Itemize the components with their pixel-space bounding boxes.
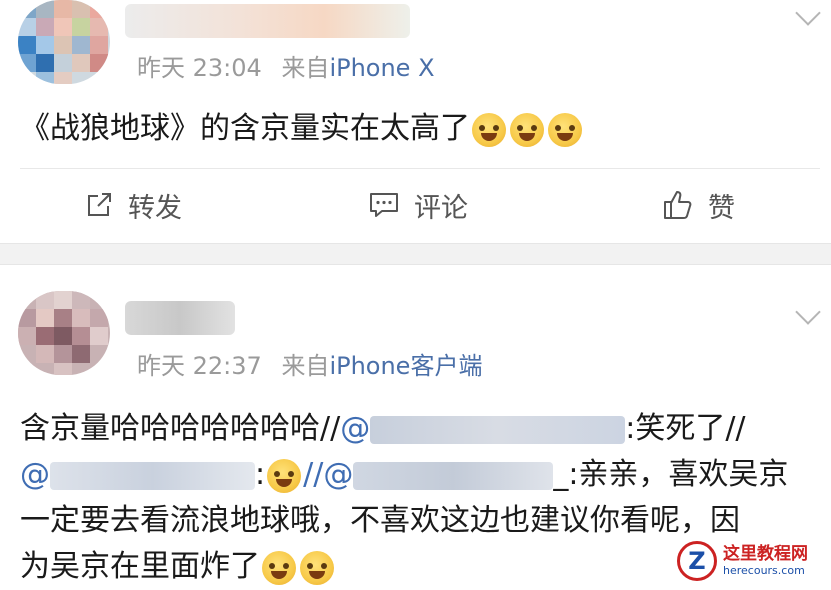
like-label: 赞 (708, 192, 735, 224)
post-text-line-3: 一定要去看流浪地球哦，不喜欢这边也建议你看呢，因 (20, 503, 740, 538)
username-blurred[interactable] (125, 4, 410, 38)
laugh-cry-icon (510, 112, 544, 147)
comment-label: 评论 (414, 192, 468, 224)
username-blurred[interactable] (125, 301, 235, 335)
mention-link[interactable]: @ (340, 411, 626, 446)
repost-label: 转发 (128, 192, 182, 224)
comment-icon (370, 193, 398, 217)
like-button[interactable]: 赞 (662, 185, 735, 225)
source-prefix: 来自 (281, 54, 330, 82)
mention-link[interactable]: //@ (303, 457, 554, 492)
thumbs-up-icon (664, 191, 692, 219)
post-time: 昨天 22:37 (137, 352, 262, 380)
chevron-down-icon[interactable] (795, 0, 821, 26)
avatar[interactable] (18, 0, 110, 84)
weibo-post-1: 昨天 23:04 来自iPhone X 《战狼地球》的含京量实在太高了 转发 评… (0, 0, 831, 243)
feed-separator (0, 243, 831, 265)
post-meta: 昨天 22:37 来自iPhone客户端 (137, 346, 482, 381)
post-source[interactable]: iPhone X (329, 54, 434, 82)
emoji-icon (267, 458, 302, 493)
repost-button[interactable]: 转发 (84, 185, 182, 225)
post-time: 昨天 23:04 (137, 54, 262, 82)
pleading-face-icon (262, 550, 296, 585)
source-prefix: 来自 (281, 352, 330, 380)
avatar[interactable] (18, 291, 110, 375)
comment-button[interactable]: 评论 (368, 185, 468, 225)
share-icon (88, 193, 111, 216)
divider (20, 168, 820, 169)
laugh-cry-icon (472, 112, 506, 147)
post-source[interactable]: iPhone客户端 (329, 352, 482, 380)
post-text-line-2: @://@ _:亲亲，喜欢吴京 (20, 457, 789, 493)
laugh-cry-icon (548, 112, 582, 147)
watermark-url: herecours.com (723, 564, 805, 577)
post-text-line-1: 含京量哈哈哈哈哈哈哈//@:笑死了// (20, 411, 746, 446)
post-text-line-4: 为吴京在里面炸了 (20, 544, 336, 590)
mention-link[interactable]: @ (20, 457, 255, 492)
chevron-down-icon[interactable] (795, 299, 821, 325)
hugging-face-icon (300, 550, 334, 585)
post-text: 《战狼地球》的含京量实在太高了 (20, 106, 584, 152)
post-meta: 昨天 23:04 来自iPhone X (137, 48, 435, 83)
watermark-title: 这里教程网 (723, 544, 808, 564)
watermark-logo-icon: Z (677, 541, 717, 581)
watermark: Z 这里教程网 herecours.com (677, 537, 825, 585)
